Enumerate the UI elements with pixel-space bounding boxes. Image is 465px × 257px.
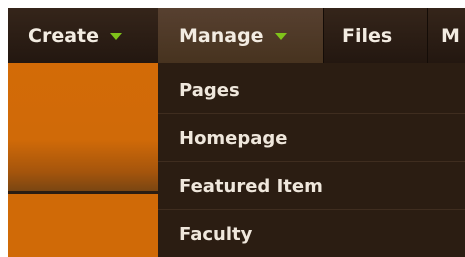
nav-create-menu[interactable]: Create <box>8 8 158 63</box>
nav-files-link[interactable]: Files <box>323 8 427 63</box>
nav-truncated-label: M <box>441 24 460 47</box>
orange-banner-top <box>8 63 158 191</box>
manage-dropdown-menu: Pages Homepage Featured Item Faculty <box>158 63 465 257</box>
nav-create-label: Create <box>28 24 99 47</box>
orange-banner-bottom <box>8 194 158 257</box>
nav-files-label: Files <box>342 24 393 47</box>
chevron-down-icon <box>274 33 287 40</box>
menu-item-homepage[interactable]: Homepage <box>158 115 465 162</box>
nav-truncated-item[interactable]: M <box>427 8 465 63</box>
nav-manage-menu[interactable]: Manage <box>158 8 323 63</box>
menu-item-label: Homepage <box>179 127 288 149</box>
chevron-down-icon <box>110 33 122 40</box>
menu-item-label: Faculty <box>179 224 253 245</box>
menu-item-label: Pages <box>179 79 240 101</box>
menu-item-label: Featured Item <box>179 175 323 197</box>
cms-app: Create Manage Files M Pages Homepage Fea… <box>8 8 465 257</box>
menu-item-faculty[interactable]: Faculty <box>158 211 465 257</box>
nav-manage-label: Manage <box>179 24 264 47</box>
menu-item-pages[interactable]: Pages <box>158 67 465 114</box>
menu-item-featured-item[interactable]: Featured Item <box>158 163 465 210</box>
top-nav-bar: Create Manage Files M <box>8 8 465 63</box>
